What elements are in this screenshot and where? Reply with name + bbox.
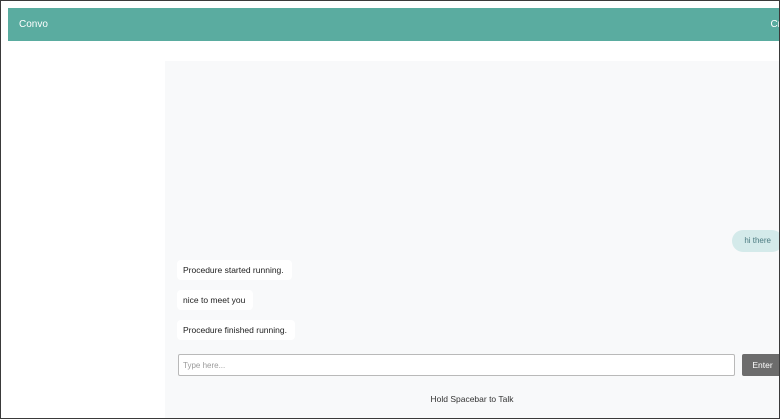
user-message: hi there xyxy=(732,230,779,252)
main-content: hi there Procedure started running. nice… xyxy=(8,41,779,418)
top-navbar: Convo Cr xyxy=(8,8,779,41)
brand-link[interactable]: Convo xyxy=(19,19,48,30)
sidebar xyxy=(8,41,165,418)
nav-right-link[interactable]: Cr xyxy=(770,19,779,30)
bot-message: Procedure finished running. xyxy=(177,320,295,340)
chat-panel: hi there Procedure started running. nice… xyxy=(165,61,779,418)
bot-message: nice to meet you xyxy=(177,290,254,310)
app-window: Convo Cr hi there Procedure started runn… xyxy=(0,0,780,419)
talk-hint: Hold Spacebar to Talk xyxy=(430,394,514,404)
enter-button[interactable]: Enter xyxy=(742,354,779,376)
message-composer: Enter xyxy=(178,354,779,376)
message-input[interactable] xyxy=(178,354,735,376)
bot-message: Procedure started running. xyxy=(177,260,292,280)
